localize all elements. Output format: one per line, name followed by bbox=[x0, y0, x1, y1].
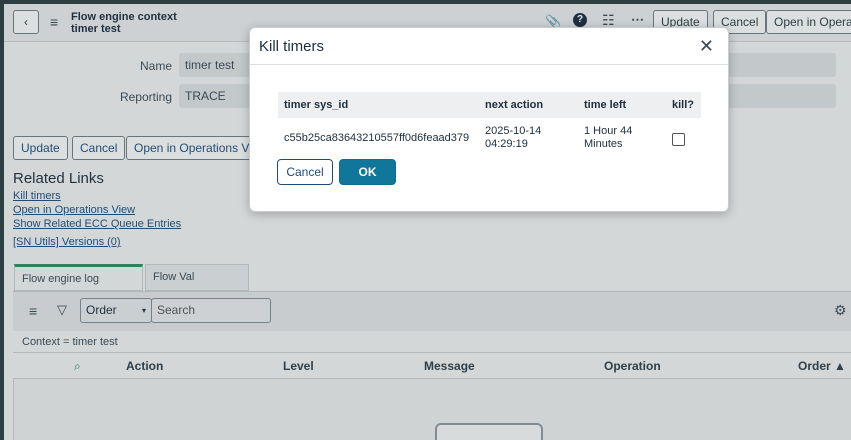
timer-next-action: 2025-10-14 04:29:19 bbox=[485, 125, 541, 151]
dialog-ok-button[interactable]: OK bbox=[339, 159, 396, 185]
dialog-title: Kill timers bbox=[259, 38, 325, 55]
col-time-left: time left bbox=[584, 99, 627, 111]
time-left-line-2: Minutes bbox=[584, 138, 623, 150]
timers-table-header: timer sys_id next action time left kill? bbox=[278, 92, 701, 118]
timer-time-left: 1 Hour 44 Minutes bbox=[584, 125, 632, 151]
col-timer-sys-id: timer sys_id bbox=[284, 99, 349, 111]
time-left-line-1: 1 Hour 44 bbox=[584, 125, 633, 137]
col-next-action: next action bbox=[485, 99, 544, 111]
next-action-date: 2025-10-14 bbox=[485, 125, 542, 137]
next-action-time: 04:29:19 bbox=[485, 138, 528, 150]
dialog-cancel-button[interactable]: Cancel bbox=[277, 159, 333, 185]
kill-checkbox[interactable] bbox=[672, 133, 685, 146]
close-icon[interactable]: ✕ bbox=[699, 36, 714, 57]
kill-timers-dialog: Kill timers ✕ timer sys_id next action t… bbox=[249, 27, 729, 212]
dialog-divider bbox=[250, 64, 728, 65]
col-kill: kill? bbox=[672, 99, 695, 111]
timer-sys-id: c55b25ca83643210557ff0d6feaad379 bbox=[284, 132, 470, 144]
